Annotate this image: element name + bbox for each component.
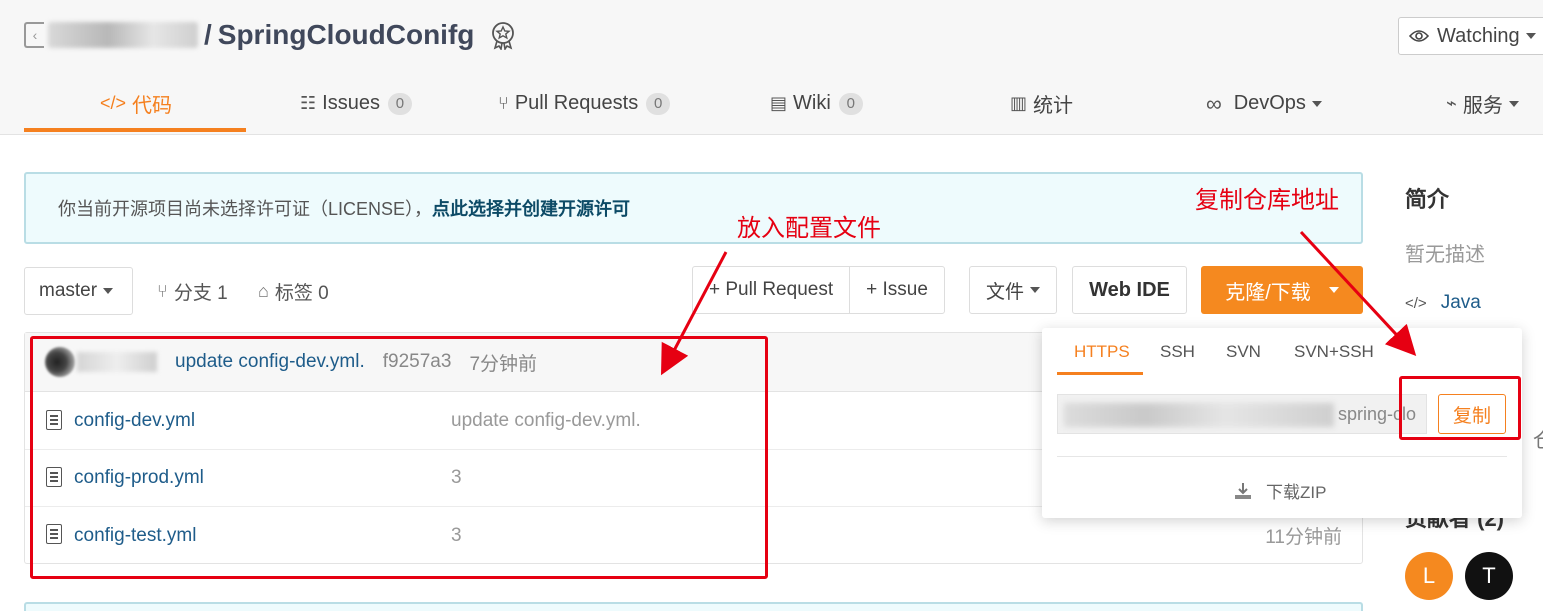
language-link[interactable]: </> Java	[1405, 292, 1481, 314]
repo-header: ‹ / SpringCloudConifg Watching </> 代码 ☷ …	[0, 0, 1543, 135]
clone-tab-indicator	[1057, 372, 1143, 375]
bottom-panel-edge	[24, 602, 1363, 611]
back-arrow-icon[interactable]: ‹	[24, 22, 44, 48]
branch-select[interactable]: master	[24, 267, 133, 315]
tab-service[interactable]: ⌁ 服务	[1446, 72, 1519, 135]
divider	[1057, 456, 1507, 457]
branch-name: master	[39, 280, 98, 301]
devops-icon: ∞	[1206, 90, 1222, 116]
file-menu-button[interactable]: 文件	[969, 266, 1057, 314]
tab-stats-label: 统计	[1033, 95, 1074, 117]
tab-pull-requests[interactable]: ⑂ Pull Requests 0	[498, 72, 671, 135]
chevron-down-icon	[1328, 287, 1339, 293]
tab-wiki[interactable]: ▤ Wiki 0	[770, 72, 863, 135]
clone-url-redacted	[1064, 403, 1334, 427]
create-button-group: + Pull Request + Issue	[692, 266, 945, 314]
wiki-count-badge: 0	[838, 92, 863, 115]
clone-url-input[interactable]: spring-clo	[1057, 394, 1427, 434]
clone-tab-svn-ssh[interactable]: SVN+SSH	[1294, 342, 1374, 362]
chevron-down-icon	[1030, 287, 1040, 293]
tag-icon: ⌂	[258, 281, 269, 301]
annotation-put-config: 放入配置文件	[737, 215, 881, 242]
watch-button[interactable]: Watching	[1398, 17, 1543, 55]
pull-request-icon: ⑂	[498, 93, 509, 113]
file-commit-time: 11分钟前	[1265, 527, 1342, 548]
issues-count-badge: 0	[387, 92, 412, 115]
service-icon: ⌁	[1446, 93, 1457, 113]
active-tab-indicator	[24, 128, 246, 132]
tab-stats[interactable]: ▥ 统计	[1010, 72, 1073, 135]
owner-name-redacted[interactable]	[48, 22, 198, 48]
chevron-down-icon	[1525, 33, 1536, 39]
tab-issues-label: Issues	[322, 92, 380, 114]
clone-download-button[interactable]: 克隆/下载	[1201, 266, 1363, 314]
create-license-link[interactable]: 点此选择并创建开源许可	[432, 195, 630, 221]
code-icon: </>	[1405, 294, 1427, 312]
award-badge-icon[interactable]	[488, 20, 518, 50]
branch-icon: ⑂	[157, 281, 168, 301]
download-zip-link[interactable]: 下载ZIP	[1234, 478, 1326, 503]
download-zip-label: 下载ZIP	[1266, 483, 1327, 502]
eye-icon	[1409, 30, 1429, 42]
repo-tabs: </> 代码 ☷ Issues 0 ⑂ Pull Requests 0 ▤ Wi…	[0, 72, 1543, 135]
license-notice: 你当前开源项目尚未选择许可证（LICENSE）， 点此选择并创建开源许可	[24, 172, 1363, 244]
intro-description: 暂无描述	[1405, 244, 1485, 266]
file-menu-label: 文件	[985, 281, 1024, 303]
download-icon	[1235, 482, 1251, 499]
tab-wiki-label: Wiki	[793, 92, 831, 114]
intro-title: 简介	[1405, 187, 1450, 212]
pull-requests-count-badge: 0	[646, 92, 671, 115]
tab-issues[interactable]: ☷ Issues 0	[300, 72, 412, 135]
contributor-avatar[interactable]: T	[1465, 552, 1513, 600]
repo-name[interactable]: SpringCloudConifg	[218, 19, 475, 51]
code-icon: </>	[100, 93, 127, 113]
license-notice-text: 你当前开源项目尚未选择许可证（LICENSE），	[58, 199, 433, 219]
chevron-down-icon	[1508, 100, 1519, 107]
tab-code[interactable]: </> 代码	[100, 72, 172, 135]
wiki-icon: ▤	[770, 93, 788, 113]
path-separator: /	[204, 19, 212, 50]
branches-label: 分支 1	[173, 283, 228, 304]
tab-pull-requests-label: Pull Requests	[514, 92, 639, 114]
repo-title: ‹ / SpringCloudConifg	[24, 14, 518, 56]
new-pull-request-button[interactable]: + Pull Request	[693, 267, 849, 313]
tags-label: 标签 0	[274, 283, 329, 304]
clone-tab-https[interactable]: HTTPS	[1074, 342, 1130, 362]
tab-service-label: 服务	[1462, 95, 1503, 117]
tags-link[interactable]: ⌂ 标签 0	[258, 278, 329, 305]
contributor-avatar[interactable]: L	[1405, 552, 1453, 600]
web-ide-button[interactable]: Web IDE	[1072, 266, 1187, 314]
issues-icon: ☷	[300, 93, 317, 113]
clone-tab-svn[interactable]: SVN	[1226, 342, 1261, 362]
tab-code-label: 代码	[132, 95, 173, 117]
tab-devops[interactable]: ∞ DevOps	[1206, 72, 1322, 135]
chevron-down-icon	[1311, 100, 1322, 107]
new-issue-button[interactable]: + Issue	[849, 267, 944, 313]
watch-label: Watching	[1437, 24, 1520, 47]
clone-download-label: 克隆/下载	[1225, 281, 1311, 304]
annotation-box-files	[30, 336, 768, 579]
stats-icon: ▥	[1010, 93, 1028, 113]
language-label: Java	[1440, 292, 1481, 313]
chevron-down-icon	[103, 288, 114, 294]
sidebar-clipped-text: 仓	[1533, 424, 1543, 453]
annotation-box-copy	[1399, 376, 1521, 440]
annotation-copy-repo: 复制仓库地址	[1195, 187, 1339, 214]
tab-devops-label: DevOps	[1233, 92, 1306, 114]
branches-link[interactable]: ⑂ 分支 1	[157, 278, 228, 305]
clone-tab-ssh[interactable]: SSH	[1160, 342, 1195, 362]
